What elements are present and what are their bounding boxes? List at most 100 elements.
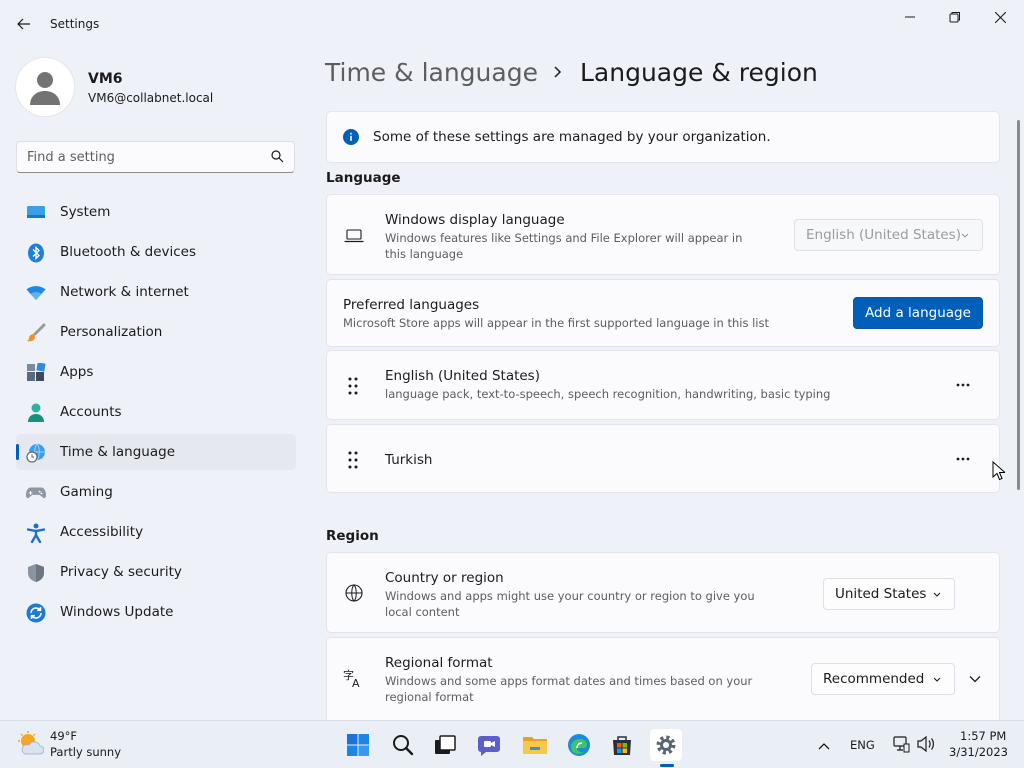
sidebar-item-label: Network & internet: [60, 284, 189, 300]
globe-icon: [343, 582, 365, 604]
store-icon: [613, 736, 631, 755]
country-region-card: Country or region Windows and apps might…: [326, 552, 1000, 633]
chat-button[interactable]: [473, 729, 505, 761]
weather-description: Partly sunny: [50, 745, 122, 759]
file-explorer-button[interactable]: [519, 729, 551, 761]
weather-temperature: 49°F: [50, 729, 77, 743]
country-dropdown[interactable]: United States: [823, 578, 955, 610]
display-language-card: Windows display language Windows feature…: [326, 194, 1000, 275]
store-button[interactable]: [606, 729, 638, 761]
regional-format-title: Regional format: [385, 655, 493, 671]
info-icon: [343, 129, 359, 149]
sidebar-item-network[interactable]: Network & internet: [16, 274, 296, 310]
search-icon: [393, 735, 414, 756]
chevron-down-icon: [969, 676, 981, 683]
sidebar-item-system[interactable]: System: [16, 194, 296, 230]
edge-browser-icon: [568, 734, 590, 756]
apps-icon: [26, 363, 46, 383]
gear-icon: [656, 735, 676, 755]
language-item: English (United States) language pack, t…: [326, 350, 1000, 420]
drag-handle-icon[interactable]: [347, 377, 359, 399]
sidebar-item-label: Gaming: [60, 484, 113, 500]
restore-button[interactable]: [935, 6, 975, 28]
active-app-indicator: [660, 764, 674, 767]
more-options-button[interactable]: [947, 443, 979, 475]
start-button[interactable]: [342, 729, 374, 761]
language-item-name: Turkish: [385, 452, 433, 468]
regional-format-card[interactable]: 字A Regional format Windows and some apps…: [326, 637, 1000, 720]
page-title: Language & region: [580, 58, 818, 87]
more-icon: [956, 383, 970, 387]
restore-icon: [949, 12, 960, 23]
expand-button[interactable]: [959, 663, 991, 695]
chat-icon: [478, 736, 500, 756]
chevron-right-icon: [554, 66, 562, 78]
avatar[interactable]: [15, 57, 75, 117]
bluetooth-icon: [26, 243, 46, 263]
sidebar-item-label: Privacy & security: [60, 564, 182, 580]
search-box[interactable]: [16, 141, 295, 173]
monitor-icon: [26, 203, 46, 223]
sidebar-item-gaming[interactable]: Gaming: [16, 474, 296, 510]
taskbar-search-button[interactable]: [387, 729, 419, 761]
sidebar-item-label: Accessibility: [60, 524, 144, 540]
update-icon: [26, 603, 46, 623]
language-section-title: Language: [326, 170, 401, 186]
breadcrumb-parent[interactable]: Time & language: [325, 58, 538, 87]
country-region-desc: Windows and apps might use your country …: [385, 589, 755, 619]
sidebar-item-apps[interactable]: Apps: [16, 354, 296, 390]
weather-partly-sunny-icon[interactable]: [16, 730, 45, 760]
settings-taskbar-button[interactable]: [650, 729, 682, 761]
add-language-button[interactable]: Add a language: [853, 297, 983, 329]
sidebar-item-label: Accounts: [60, 404, 122, 420]
search-icon[interactable]: [271, 150, 284, 167]
svg-text:A: A: [352, 677, 360, 688]
chevron-down-icon: [961, 233, 969, 238]
display-language-title: Windows display language: [385, 212, 565, 228]
user-email: VM6@collabnet.local: [88, 91, 214, 105]
sidebar-item-accounts[interactable]: Accounts: [16, 394, 296, 430]
mouse-cursor-icon: [992, 461, 1005, 481]
language-format-icon: 字A: [343, 667, 365, 689]
input-language-indicator[interactable]: ENG: [850, 738, 875, 752]
gamepad-icon: [26, 483, 46, 503]
dropdown-value: Recommended: [823, 671, 925, 687]
close-button[interactable]: [980, 6, 1020, 28]
preferred-languages-desc: Microsoft Store apps will appear in the …: [343, 316, 769, 330]
back-button[interactable]: [12, 12, 36, 36]
sidebar-item-privacy[interactable]: Privacy & security: [16, 554, 296, 590]
regional-format-dropdown[interactable]: Recommended: [811, 663, 955, 695]
task-view-button[interactable]: [429, 729, 461, 761]
volume-icon[interactable]: [917, 735, 935, 756]
clock-time[interactable]: 1:57 PM: [960, 729, 1006, 743]
clock-date[interactable]: 3/31/2023: [949, 745, 1008, 759]
minimize-button[interactable]: [890, 6, 930, 28]
chevron-down-icon: [933, 677, 941, 682]
drag-handle-icon[interactable]: [347, 451, 359, 473]
chevron-up-icon[interactable]: [818, 739, 830, 754]
language-item-name: English (United States): [385, 368, 540, 384]
regional-format-desc: Windows and some apps format dates and t…: [385, 674, 753, 704]
sidebar-item-bluetooth[interactable]: Bluetooth & devices: [16, 234, 296, 270]
title-bar: Settings: [0, 0, 1024, 48]
sidebar-item-label: Bluetooth & devices: [60, 244, 197, 260]
preferred-languages-card: Preferred languages Microsoft Store apps…: [326, 279, 1000, 347]
accessibility-icon: [26, 523, 46, 543]
globe-clock-icon: [26, 443, 46, 463]
network-icon[interactable]: [892, 735, 910, 757]
more-options-button[interactable]: [947, 369, 979, 401]
display-language-dropdown[interactable]: English (United States): [794, 219, 983, 251]
sidebar-item-accessibility[interactable]: Accessibility: [16, 514, 296, 550]
country-region-title: Country or region: [385, 570, 504, 586]
folder-icon: [523, 737, 547, 754]
notice-text: Some of these settings are managed by yo…: [373, 129, 771, 145]
sidebar-item-windows-update[interactable]: Windows Update: [16, 594, 296, 630]
window-title: Settings: [50, 17, 100, 31]
search-input[interactable]: [27, 148, 267, 166]
sidebar-item-time-language[interactable]: Time & language: [16, 434, 296, 470]
scrollbar[interactable]: [1017, 120, 1020, 490]
edge-button[interactable]: [563, 729, 595, 761]
task-view-icon: [435, 735, 456, 754]
preferred-languages-title: Preferred languages: [343, 297, 480, 313]
sidebar-item-personalization[interactable]: Personalization: [16, 314, 296, 350]
